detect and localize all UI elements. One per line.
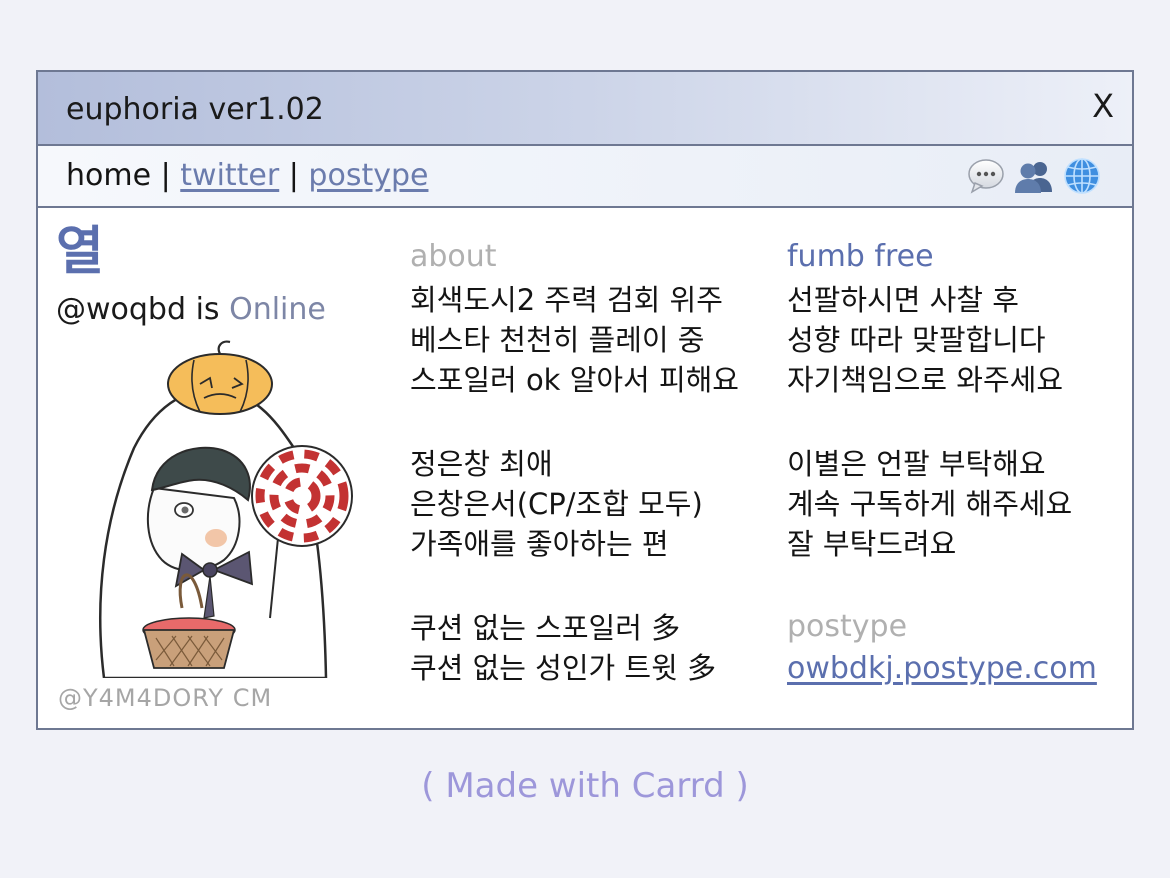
fumb-line: 성향 따라 맞팔합니다	[787, 323, 1046, 357]
about-line: 가족애를 좋아하는 편	[410, 527, 669, 561]
made-with-carrd-link[interactable]: ( Made with Carrd )	[0, 766, 1170, 806]
status-is: is	[186, 292, 230, 327]
nav-bar: home | twitter | postype	[38, 146, 1132, 208]
fumb-line: 이별은 언팔 부탁해요	[787, 447, 1046, 481]
about-line: 베스타 천천히 플레이 중	[410, 323, 705, 357]
title-bar: euphoria ver1.02 X	[38, 72, 1132, 146]
about-column: about 회색도시2 주력 검회 위주 베스타 천천히 플레이 중 스포일러 …	[410, 238, 780, 688]
postype-url-link[interactable]: owbdkj.postype.com	[787, 650, 1157, 688]
profile-window: euphoria ver1.02 X home | twitter | post…	[36, 70, 1134, 730]
about-line: 쿠션 없는 스포일러 多	[410, 611, 681, 645]
character-illustration	[99, 340, 353, 678]
content-area: 열 @woqbd is Online @Y4M4DORY CM about 회색…	[38, 208, 1132, 728]
nav-icons	[966, 156, 1102, 196]
about-heading: about	[410, 239, 497, 274]
nav-separator: |	[288, 158, 299, 193]
nav-postype-link[interactable]: postype	[308, 158, 428, 193]
profile-name: 열	[56, 222, 104, 282]
postype-heading: postype	[787, 609, 908, 644]
nav-links: home | twitter | postype	[66, 158, 428, 193]
fumb-line: 선팔하시면 사찰 후	[787, 283, 1019, 317]
nav-twitter-link[interactable]: twitter	[180, 158, 279, 193]
about-line: 쿠션 없는 성인가 트윗 多	[410, 651, 716, 685]
illustration-credit: @Y4M4DORY CM	[58, 684, 273, 712]
about-line: 은창은서(CP/조합 모두)	[410, 487, 703, 521]
speech-bubble-icon[interactable]	[966, 156, 1006, 196]
online-status: Online	[229, 292, 326, 327]
people-icon[interactable]	[1014, 156, 1054, 196]
close-button[interactable]: X	[1092, 90, 1114, 122]
nav-home[interactable]: home	[66, 158, 151, 193]
globe-icon[interactable]	[1062, 156, 1102, 196]
fumb-heading: fumb free	[787, 239, 934, 274]
nav-separator: |	[160, 158, 171, 193]
fumb-line: 자기책임으로 와주세요	[787, 363, 1064, 397]
fumb-line: 계속 구독하게 해주세요	[787, 487, 1073, 521]
handle: @woqbd	[56, 292, 187, 327]
fumb-line: 잘 부탁드려요	[787, 527, 957, 561]
window-title: euphoria ver1.02	[66, 92, 324, 127]
about-line: 정은창 최애	[410, 447, 553, 481]
status-line: @woqbd is Online	[56, 292, 326, 327]
about-line: 회색도시2 주력 검회 위주	[410, 283, 723, 317]
fumb-column: fumb free 선팔하시면 사찰 후 성향 따라 맞팔합니다 자기책임으로 …	[787, 238, 1157, 688]
about-line: 스포일러 ok 알아서 피해요	[410, 363, 739, 397]
